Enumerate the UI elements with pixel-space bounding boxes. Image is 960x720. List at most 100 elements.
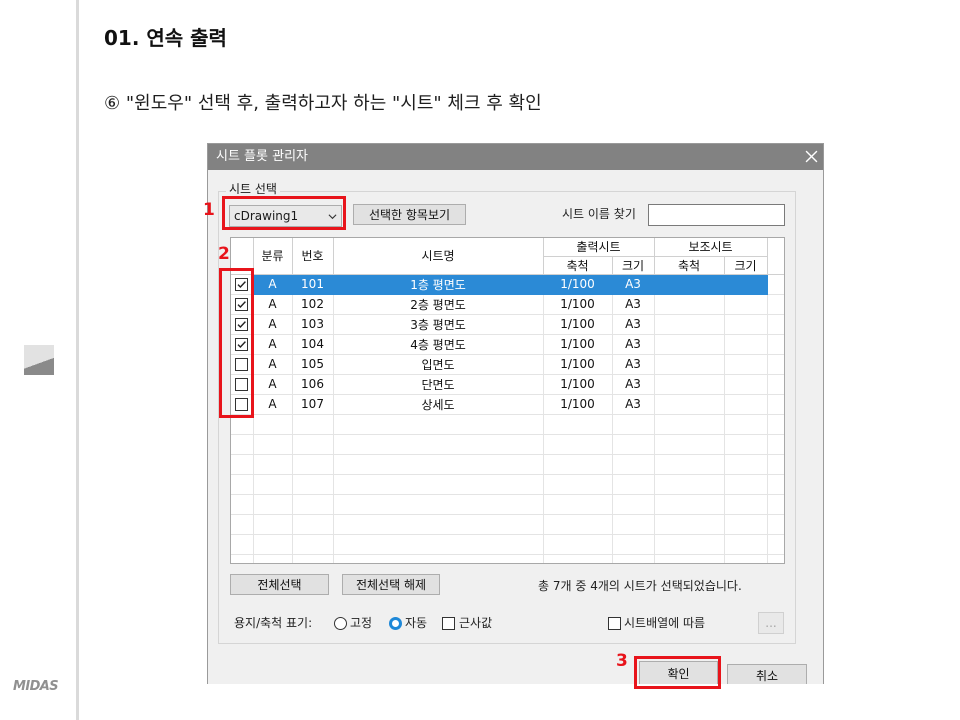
row-output-size: A3 bbox=[611, 313, 655, 335]
row-filler-cell bbox=[766, 293, 784, 315]
annotation-label-2: 2 bbox=[218, 244, 230, 264]
row-output-size: A3 bbox=[611, 373, 655, 395]
table-row[interactable]: A 106 단면도 1/100 A3 bbox=[231, 373, 784, 395]
annotation-label-3: 3 bbox=[616, 651, 628, 671]
table-row[interactable]: A 107 상세도 1/100 A3 bbox=[231, 393, 784, 415]
empty-cell bbox=[291, 433, 334, 455]
header-aux-scale[interactable]: 축척 bbox=[653, 255, 725, 275]
empty-cell bbox=[252, 433, 293, 455]
empty-cell bbox=[231, 473, 254, 495]
table-row[interactable]: A 101 1층 평면도 1/100 A3 bbox=[231, 273, 784, 295]
row-sheet-name: 1층 평면도 bbox=[332, 273, 544, 295]
empty-cell bbox=[332, 433, 544, 455]
empty-cell bbox=[291, 533, 334, 555]
header-number[interactable]: 번호 bbox=[291, 238, 334, 275]
sheet-order-checkbox[interactable] bbox=[608, 617, 621, 630]
empty-row bbox=[231, 413, 784, 435]
empty-cell bbox=[611, 413, 655, 435]
empty-cell bbox=[611, 493, 655, 515]
row-number: 106 bbox=[291, 373, 334, 395]
header-sheet-name[interactable]: 시트명 bbox=[332, 238, 544, 275]
select-all-button[interactable]: 전체선택 bbox=[230, 574, 329, 595]
table-row[interactable]: A 105 입면도 1/100 A3 bbox=[231, 353, 784, 375]
header-output-size[interactable]: 크기 bbox=[611, 255, 655, 275]
empty-cell bbox=[653, 433, 725, 455]
empty-cell bbox=[291, 513, 334, 535]
empty-cell bbox=[291, 453, 334, 475]
header-output-scale[interactable]: 축척 bbox=[543, 255, 613, 275]
deselect-all-button[interactable]: 전체선택 해제 bbox=[342, 574, 440, 595]
row-aux-size bbox=[723, 393, 768, 415]
close-icon[interactable] bbox=[805, 150, 818, 163]
row-aux-scale bbox=[653, 353, 725, 375]
row-aux-scale bbox=[653, 393, 725, 415]
approx-value-checkbox[interactable] bbox=[442, 617, 455, 630]
empty-cell bbox=[723, 453, 768, 475]
row-number: 104 bbox=[291, 333, 334, 355]
cancel-button[interactable]: 취소 bbox=[727, 664, 807, 684]
empty-cell bbox=[653, 513, 725, 535]
step-instruction: ⑥ "윈도우" 선택 후, 출력하고자 하는 "시트" 체크 후 확인 bbox=[104, 93, 542, 114]
row-aux-size bbox=[723, 313, 768, 335]
annotation-box-ok-button bbox=[634, 656, 721, 689]
empty-cell bbox=[291, 413, 334, 435]
row-aux-size bbox=[723, 353, 768, 375]
row-sheet-name: 3층 평면도 bbox=[332, 313, 544, 335]
row-category: A bbox=[252, 313, 293, 335]
row-output-scale: 1/100 bbox=[542, 373, 613, 395]
empty-cell bbox=[723, 513, 768, 535]
approx-value-label[interactable]: 근사값 bbox=[459, 616, 492, 631]
row-category: A bbox=[252, 273, 293, 295]
empty-cell bbox=[332, 473, 544, 495]
header-category[interactable]: 분류 bbox=[252, 238, 293, 275]
row-output-scale: 1/100 bbox=[542, 293, 613, 315]
sheet-table-grid: 분류 번호 시트명 출력시트 보조시트 축척 크기 축척 크기 A 101 1층 평… bbox=[231, 238, 784, 563]
empty-row bbox=[231, 473, 784, 495]
sheet-order-label[interactable]: 시트배열에 따름 bbox=[624, 616, 705, 631]
empty-cell bbox=[231, 433, 254, 455]
selection-status: 총 7개 중 4개의 시트가 선택되었습니다. bbox=[538, 579, 742, 593]
empty-cell bbox=[723, 413, 768, 435]
radio-fixed-label[interactable]: 고정 bbox=[350, 616, 372, 631]
header-aux-size[interactable]: 크기 bbox=[723, 255, 768, 275]
row-aux-size bbox=[723, 333, 768, 355]
empty-row bbox=[231, 493, 784, 515]
row-aux-size bbox=[723, 373, 768, 395]
header-row-top: 분류 번호 시트명 출력시트 보조시트 bbox=[231, 238, 784, 275]
slide-page: MIDAS 01. 연속 출력 ⑥ "윈도우" 선택 후, 출력하고자 하는 "… bbox=[0, 0, 960, 720]
row-output-size: A3 bbox=[611, 393, 655, 415]
empty-cell bbox=[611, 533, 655, 555]
empty-cell bbox=[653, 413, 725, 435]
row-number: 101 bbox=[291, 273, 334, 295]
more-options-button[interactable]: ... bbox=[758, 612, 784, 634]
radio-fixed[interactable] bbox=[334, 617, 347, 630]
sheet-search-label: 시트 이름 찾기 bbox=[562, 207, 636, 221]
empty-cell bbox=[332, 413, 544, 435]
empty-cell bbox=[252, 473, 293, 495]
empty-cell bbox=[542, 493, 613, 515]
table-row[interactable]: A 102 2층 평면도 1/100 A3 bbox=[231, 293, 784, 315]
row-category: A bbox=[252, 393, 293, 415]
header-filler bbox=[766, 238, 784, 275]
row-sheet-name: 4층 평면도 bbox=[332, 333, 544, 355]
empty-cell bbox=[332, 513, 544, 535]
radio-auto[interactable] bbox=[389, 617, 402, 630]
empty-cell bbox=[653, 493, 725, 515]
dialog-titlebar[interactable]: 시트 플롯 관리자 bbox=[208, 144, 823, 170]
table-row[interactable]: A 103 3층 평면도 1/100 A3 bbox=[231, 313, 784, 335]
empty-cell bbox=[723, 473, 768, 495]
radio-auto-label[interactable]: 자동 bbox=[405, 616, 427, 631]
view-selected-button[interactable]: 선택한 항목보기 bbox=[353, 204, 466, 225]
row-aux-scale bbox=[653, 313, 725, 335]
empty-cell bbox=[332, 533, 544, 555]
empty-cell bbox=[653, 453, 725, 475]
empty-cell bbox=[611, 453, 655, 475]
empty-cell bbox=[766, 533, 784, 555]
row-aux-scale bbox=[653, 333, 725, 355]
row-sheet-name: 입면도 bbox=[332, 353, 544, 375]
table-row[interactable]: A 104 4층 평면도 1/100 A3 bbox=[231, 333, 784, 355]
row-filler-cell bbox=[766, 313, 784, 335]
empty-cell bbox=[653, 553, 725, 563]
sheet-name-search-input[interactable] bbox=[648, 204, 785, 226]
empty-cell bbox=[252, 453, 293, 475]
